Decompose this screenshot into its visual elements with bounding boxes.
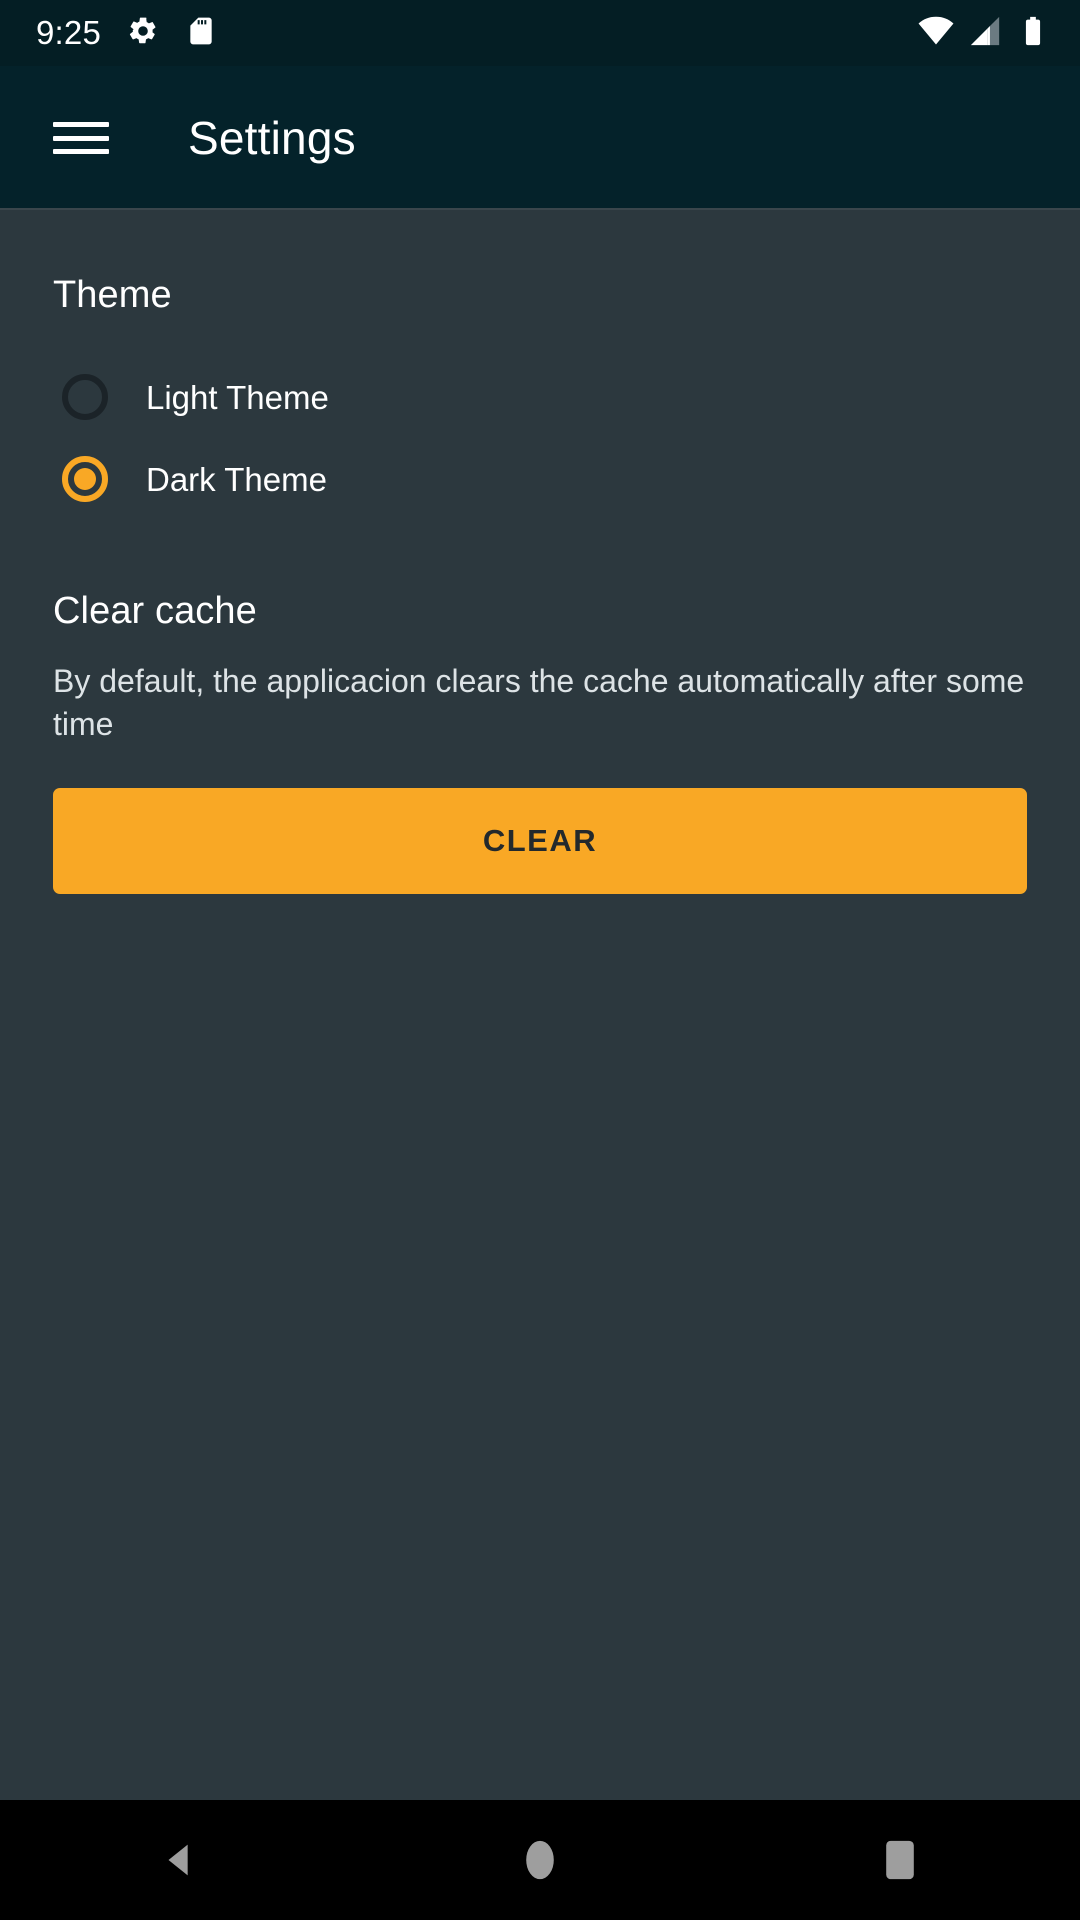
nav-home-button[interactable] (360, 1800, 720, 1920)
menu-bar-1 (53, 122, 109, 127)
radio-label-light-theme: Light Theme (146, 378, 329, 416)
status-bar-left-group: 9:25 (36, 15, 217, 52)
radio-option-light-theme[interactable]: Light Theme (53, 356, 1027, 438)
menu-bar-3 (53, 149, 109, 154)
theme-section-heading: Theme (53, 274, 172, 316)
phone-screen: 9:25 Settings Theme Light Theme Dark The… (0, 0, 1080, 1920)
clear-cache-section-heading: Clear cache (53, 590, 257, 632)
status-bar-right-group (918, 13, 1050, 54)
radio-selected-dot (74, 468, 96, 490)
menu-bar-2 (53, 135, 109, 141)
recents-square-icon (886, 1840, 914, 1880)
system-navigation-bar (0, 1800, 1080, 1920)
page-title: Settings (188, 112, 356, 164)
hamburger-menu-icon[interactable] (53, 116, 109, 160)
status-bar: 9:25 (0, 0, 1080, 66)
app-bar: Settings (0, 66, 1080, 210)
nav-back-button[interactable] (0, 1800, 360, 1920)
radio-button-light-theme-icon[interactable] (62, 374, 108, 420)
radio-label-dark-theme: Dark Theme (146, 460, 327, 498)
back-triangle-icon (168, 1844, 188, 1876)
radio-option-dark-theme[interactable]: Dark Theme (53, 438, 1027, 520)
cellular-signal-icon (968, 14, 1002, 53)
home-circle-icon (526, 1840, 554, 1880)
settings-gear-icon (127, 15, 159, 52)
theme-radio-group: Light Theme Dark Theme (53, 356, 1027, 520)
battery-icon (1016, 14, 1050, 53)
sd-card-icon (185, 15, 217, 52)
clear-cache-description: By default, the applicacion clears the c… (53, 663, 1025, 742)
radio-button-dark-theme-icon[interactable] (62, 456, 108, 502)
status-bar-clock: 9:25 (36, 13, 102, 51)
nav-recents-button[interactable] (720, 1800, 1080, 1920)
wifi-icon (918, 13, 954, 54)
clear-cache-button[interactable]: CLEAR (53, 788, 1027, 894)
settings-content: Theme Light Theme Dark Theme Clear cache… (0, 212, 1080, 1800)
